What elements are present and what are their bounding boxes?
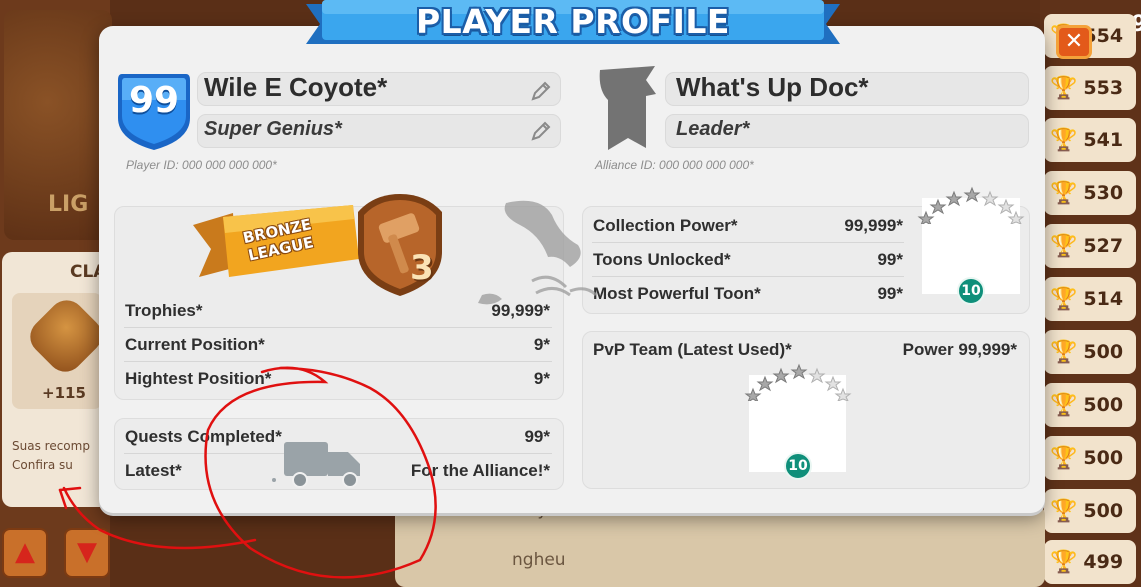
alliance-banner-icon — [599, 66, 656, 150]
trophy-icon: 🏆 — [1050, 180, 1078, 206]
background-rank-trophies: 527 — [1083, 235, 1124, 257]
latest-quest-label: Latest* — [125, 461, 182, 480]
current-position-value: 9* — [533, 335, 550, 354]
road-runner-silhouette-icon — [478, 200, 598, 305]
background-rank-trophies: 530 — [1083, 182, 1124, 204]
trophy-icon: 🏆 — [1050, 549, 1078, 575]
toons-unlocked-label: Toons Unlocked* — [593, 250, 731, 269]
background-rank-trophies: 500 — [1083, 341, 1124, 363]
current-position-label: Current Position* — [125, 335, 265, 354]
trophy-icon: 🏆 — [1050, 75, 1078, 101]
background-rank-trophies: 541 — [1083, 129, 1124, 151]
background-rank-row: 🏆 541 — [1044, 118, 1136, 162]
background-rank-row: 🏆 527 — [1044, 224, 1136, 268]
background-reward-text: Suas recomp Confira su — [12, 437, 90, 475]
scroll-down-button[interactable]: ▼ — [64, 528, 110, 578]
background-rank-row: 🏆 500 — [1044, 330, 1136, 374]
trophy-icon: 🏆 — [1050, 286, 1078, 312]
league-tier: 3 — [410, 248, 434, 288]
player-level: 99 — [128, 80, 180, 121]
edit-name-pencil-icon[interactable] — [530, 80, 552, 102]
quests-completed-value: 99* — [524, 427, 550, 446]
close-icon: ✕ — [1064, 29, 1084, 54]
background-rank-trophies: 553 — [1083, 77, 1124, 99]
background-reward-text-line2: Confira su — [12, 458, 73, 472]
row-separator — [124, 327, 552, 328]
trophies-label: Trophies* — [125, 301, 203, 320]
close-button[interactable]: ✕ — [1056, 25, 1092, 59]
background-rank-trophies: 514 — [1083, 288, 1124, 310]
highest-position-value: 9* — [533, 369, 550, 388]
trophy-icon: 🏆 — [1050, 498, 1078, 524]
background-rank-row: 🏆 499 — [1044, 540, 1136, 584]
background-rank-row: 🏆 553 — [1044, 66, 1136, 110]
pvp-toon-stars-icon — [744, 363, 852, 401]
arrow-up-icon: ▲ — [15, 537, 35, 567]
arrow-down-icon: ▼ — [77, 537, 97, 567]
most-powerful-toon-value: 99* — [877, 284, 903, 303]
background-rank-trophies: 500 — [1083, 500, 1124, 522]
player-name: Wile E Coyote* — [204, 72, 388, 102]
collection-power-value: 99,999* — [844, 216, 903, 235]
league-hammer-badge-icon — [358, 194, 442, 296]
background-bottom-rows — [395, 505, 1045, 587]
title-banner: PLAYER PROFILE — [306, 0, 840, 46]
alliance-name: What's Up Doc* — [676, 72, 869, 102]
pvp-toon-level-badge: 10 — [784, 452, 812, 480]
quests-completed-label: Quests Completed* — [125, 427, 282, 446]
background-rank-trophies: 500 — [1083, 447, 1124, 469]
background-rank-row: 🏆 500 — [1044, 489, 1136, 533]
background-reward-text-line1: Suas recomp — [12, 439, 90, 453]
toon-level-badge: 10 — [957, 277, 985, 305]
background-rank-trophies: 499 — [1083, 551, 1124, 573]
background-league-label: LIG — [48, 192, 89, 217]
row-separator — [592, 242, 904, 243]
background-rank-row: 🏆 500 — [1044, 436, 1136, 480]
most-powerful-toon-label: Most Powerful Toon* — [593, 284, 761, 303]
background-rank-row: 🏆 530 — [1044, 171, 1136, 215]
background-reward-amount: +115 — [42, 384, 86, 402]
alliance-id: Alliance ID: 000 000 000 000* — [595, 158, 754, 172]
toons-unlocked-value: 99* — [877, 250, 903, 269]
trophy-icon: 🏆 — [1050, 445, 1078, 471]
trophy-icon: 🏆 — [1050, 339, 1078, 365]
toon-stars-icon — [917, 186, 1025, 224]
background-player-name: ngheu — [512, 550, 566, 570]
edit-title-pencil-icon[interactable] — [530, 120, 552, 142]
pvp-power-value: Power 99,999* — [902, 340, 1017, 359]
row-separator — [592, 276, 904, 277]
alliance-role: Leader* — [676, 118, 750, 140]
page-title: PLAYER PROFILE — [416, 2, 730, 41]
trophy-icon: 🏆 — [1050, 127, 1078, 153]
collection-power-label: Collection Power* — [593, 216, 738, 235]
trophy-icon: 🏆 — [1050, 233, 1078, 259]
scroll-up-button[interactable]: ▲ — [2, 528, 48, 578]
pvp-team-label: PvP Team (Latest Used)* — [593, 340, 792, 359]
background-rank-row: 🏆 500 — [1044, 383, 1136, 427]
player-id: Player ID: 000 000 000 000* — [126, 158, 277, 172]
trophy-icon: 🏆 — [1050, 392, 1078, 418]
truck-icon — [272, 442, 360, 488]
highest-position-label: Hightest Position* — [125, 369, 272, 388]
background-rank-trophies: 500 — [1083, 394, 1124, 416]
player-title: Super Genius* — [204, 118, 342, 140]
latest-quest-value: For the Alliance!* — [410, 461, 550, 480]
row-separator — [124, 361, 552, 362]
background-rank-row: 🏆 514 — [1044, 277, 1136, 321]
